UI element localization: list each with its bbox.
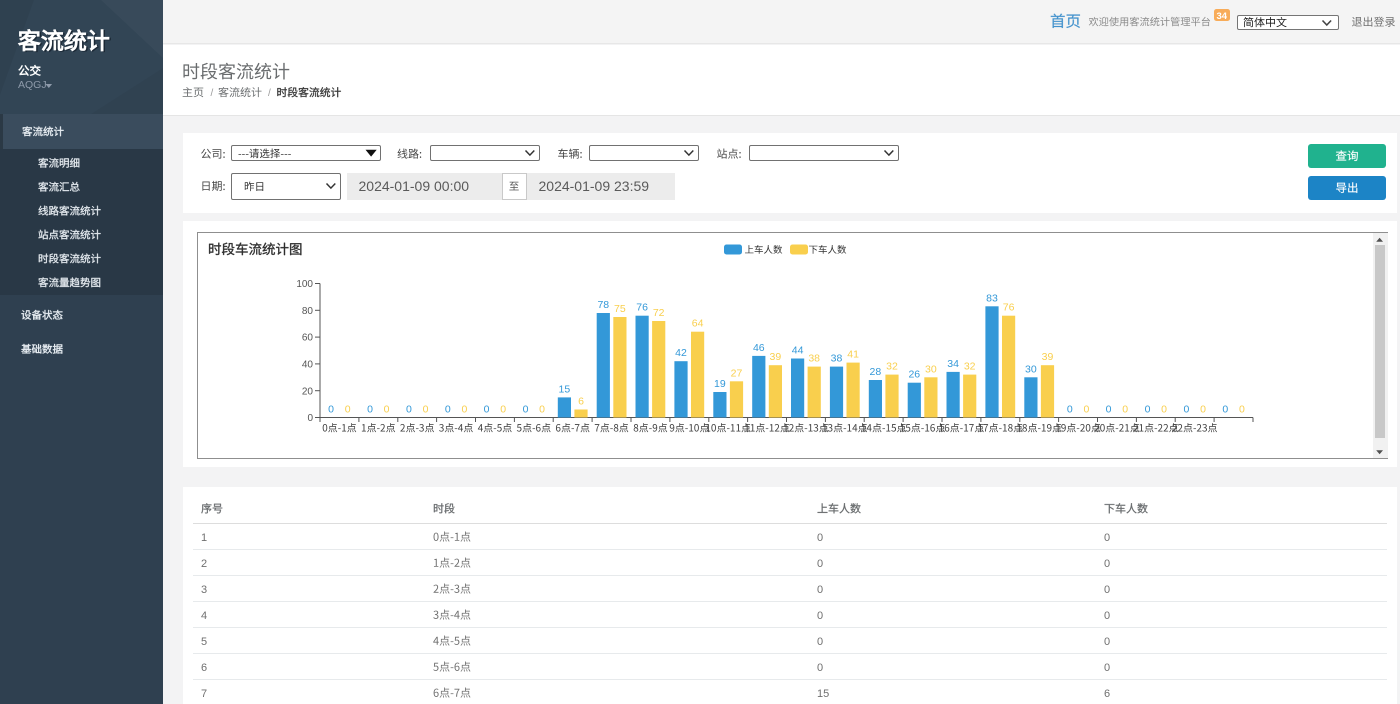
svg-text:0: 0 xyxy=(500,404,506,416)
svg-text:0: 0 xyxy=(484,404,490,416)
svg-text:3: 3 xyxy=(201,584,207,596)
svg-text:0: 0 xyxy=(1122,404,1128,416)
svg-text:32: 32 xyxy=(964,361,976,373)
svg-text:0: 0 xyxy=(817,532,823,544)
svg-text:0: 0 xyxy=(1161,404,1167,416)
svg-text:42: 42 xyxy=(675,347,687,359)
svg-text:26: 26 xyxy=(908,369,920,381)
svg-text:39: 39 xyxy=(770,351,782,363)
svg-text:60: 60 xyxy=(302,333,314,344)
svg-text:15: 15 xyxy=(559,383,571,395)
svg-text:72: 72 xyxy=(653,307,665,319)
svg-text:34: 34 xyxy=(947,358,959,370)
svg-text:0: 0 xyxy=(817,636,823,648)
svg-text:AQGJ: AQGJ xyxy=(18,79,47,91)
svg-text:38: 38 xyxy=(808,353,820,365)
svg-text:0: 0 xyxy=(1067,404,1073,416)
svg-text:0: 0 xyxy=(1104,532,1110,544)
svg-text:38: 38 xyxy=(831,353,843,365)
svg-text:2: 2 xyxy=(201,558,207,570)
svg-text:83: 83 xyxy=(986,292,998,304)
svg-text:30: 30 xyxy=(1025,363,1037,375)
svg-text:0: 0 xyxy=(1104,558,1110,570)
svg-text:0: 0 xyxy=(406,404,412,416)
svg-text:0: 0 xyxy=(1104,662,1110,674)
svg-text:41: 41 xyxy=(847,349,859,361)
svg-text:6: 6 xyxy=(578,396,584,408)
svg-text:32: 32 xyxy=(886,361,898,373)
svg-text:4: 4 xyxy=(201,610,207,622)
svg-text:0: 0 xyxy=(328,404,334,416)
svg-text:28: 28 xyxy=(870,366,882,378)
svg-text:0: 0 xyxy=(1104,610,1110,622)
svg-text:0: 0 xyxy=(1183,404,1189,416)
svg-text:0: 0 xyxy=(367,404,373,416)
svg-text:76: 76 xyxy=(1003,302,1015,314)
svg-text:0: 0 xyxy=(1083,404,1089,416)
svg-text:7: 7 xyxy=(201,688,207,700)
svg-text:0: 0 xyxy=(1222,404,1228,416)
svg-text:15: 15 xyxy=(817,688,829,700)
svg-text:0: 0 xyxy=(1106,404,1112,416)
svg-text:0: 0 xyxy=(539,404,545,416)
svg-text:0: 0 xyxy=(817,584,823,596)
svg-text:75: 75 xyxy=(614,303,626,315)
svg-text:0: 0 xyxy=(817,662,823,674)
svg-text:0: 0 xyxy=(1145,404,1151,416)
svg-text:1: 1 xyxy=(201,532,207,544)
svg-text:80: 80 xyxy=(302,306,314,317)
svg-text:0: 0 xyxy=(817,610,823,622)
svg-text:76: 76 xyxy=(636,302,648,314)
svg-text:0: 0 xyxy=(345,404,351,416)
svg-text:0: 0 xyxy=(461,404,467,416)
svg-text:6: 6 xyxy=(201,662,207,674)
svg-text:20: 20 xyxy=(302,386,314,397)
svg-text:2024-01-09 00:00: 2024-01-09 00:00 xyxy=(359,178,470,194)
svg-text:/: / xyxy=(268,88,271,99)
svg-text:2024-01-09 23:59: 2024-01-09 23:59 xyxy=(539,178,650,194)
svg-text:0: 0 xyxy=(445,404,451,416)
svg-text:0: 0 xyxy=(307,413,313,424)
svg-text:0: 0 xyxy=(523,404,529,416)
svg-text:39: 39 xyxy=(1042,351,1054,363)
svg-text:6: 6 xyxy=(1104,688,1110,700)
svg-text:0: 0 xyxy=(1200,404,1206,416)
svg-text:0: 0 xyxy=(384,404,390,416)
svg-text:0: 0 xyxy=(1104,636,1110,648)
svg-text:0: 0 xyxy=(1239,404,1245,416)
svg-text:46: 46 xyxy=(753,342,765,354)
svg-text:5: 5 xyxy=(201,636,207,648)
svg-text:19: 19 xyxy=(714,378,726,390)
svg-text:0: 0 xyxy=(423,404,429,416)
svg-text:78: 78 xyxy=(597,299,609,311)
svg-text:/: / xyxy=(211,88,214,99)
svg-text:30: 30 xyxy=(925,363,937,375)
svg-text:64: 64 xyxy=(692,318,704,330)
svg-text:100: 100 xyxy=(296,279,313,290)
svg-text:27: 27 xyxy=(731,367,743,379)
svg-text:0: 0 xyxy=(1104,584,1110,596)
svg-text:0: 0 xyxy=(817,558,823,570)
svg-text:44: 44 xyxy=(792,345,804,357)
svg-text:40: 40 xyxy=(302,360,314,371)
svg-text:34: 34 xyxy=(1217,11,1228,22)
